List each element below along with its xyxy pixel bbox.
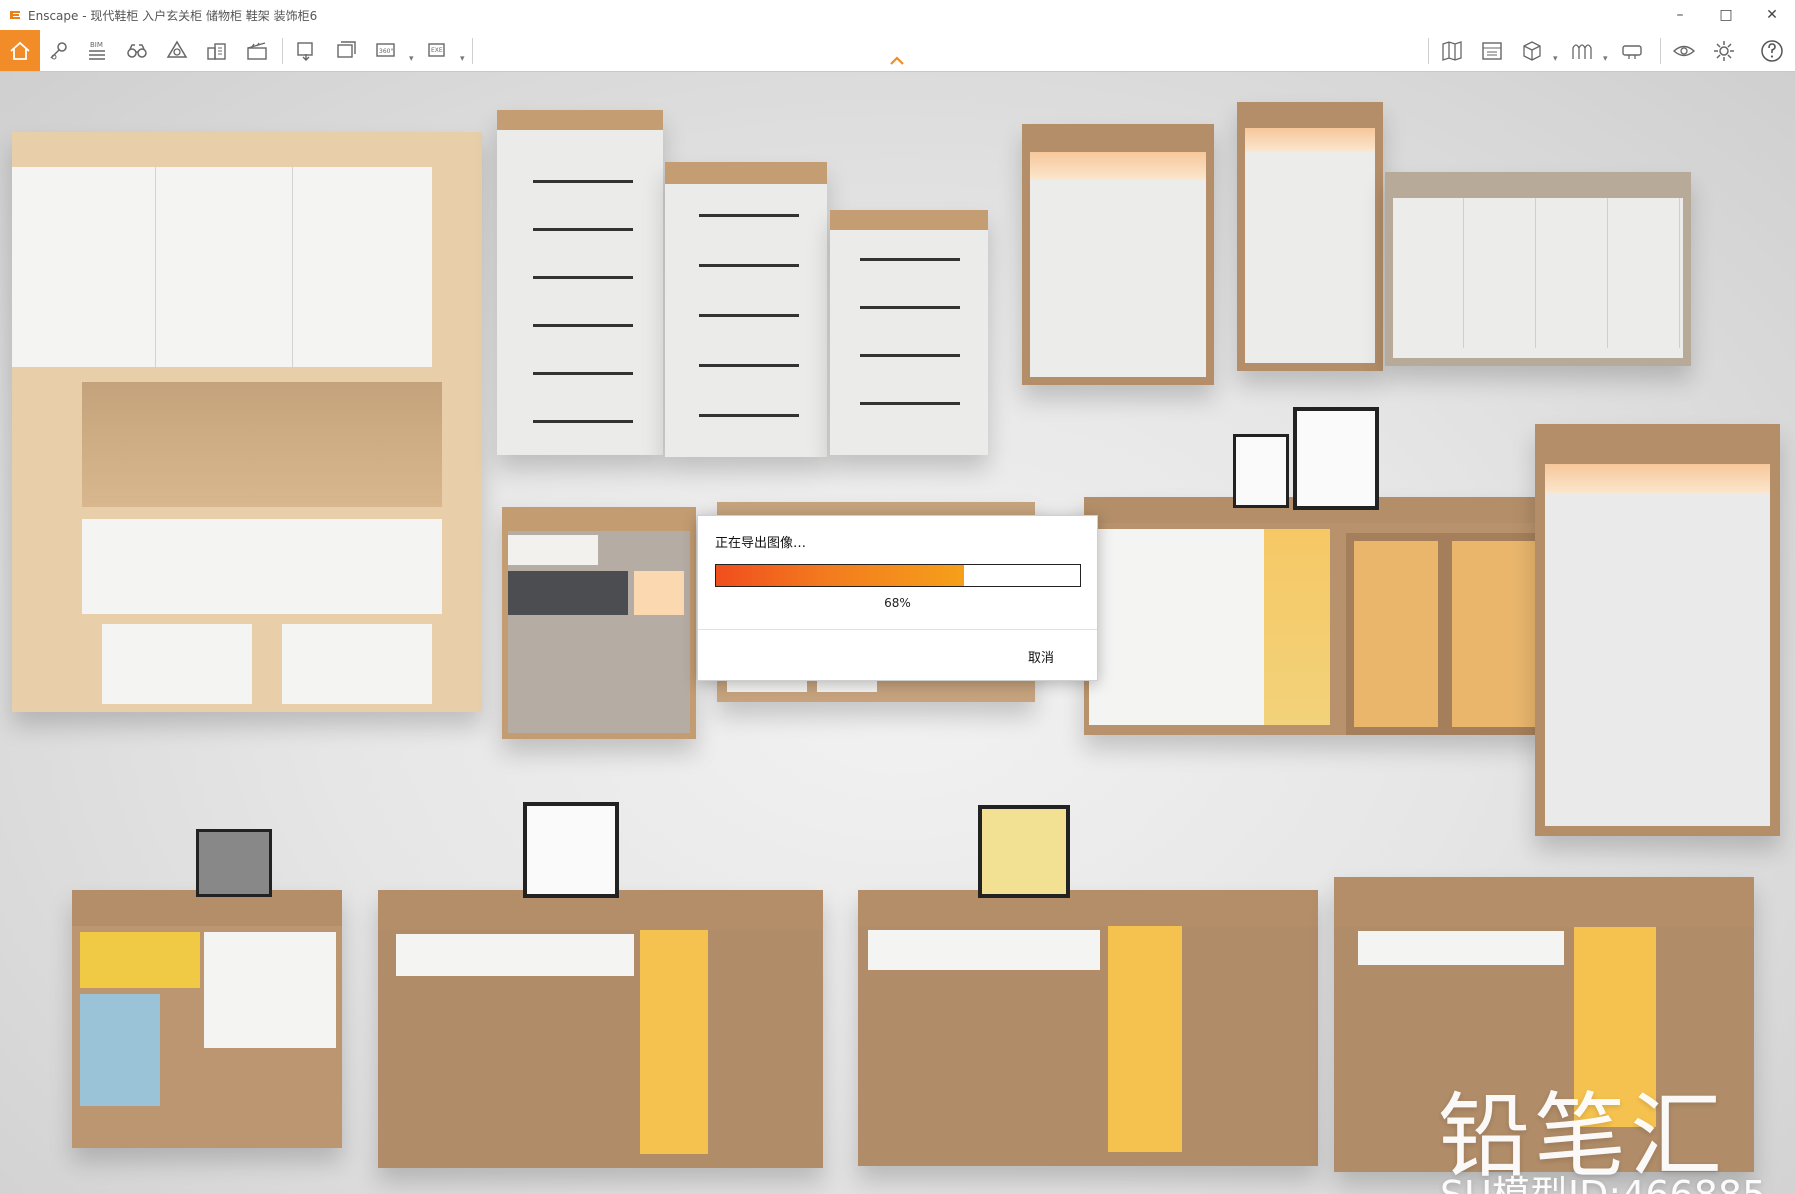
exe-export-button[interactable]: EXE	[422, 34, 456, 68]
yellow-art-frame	[978, 805, 1070, 898]
location-pin-button[interactable]	[42, 34, 76, 68]
panorama-360-icon: 360°	[376, 43, 395, 57]
panorama-button[interactable]: 360°	[370, 34, 404, 68]
narrow-lit-cabinet	[1237, 102, 1383, 371]
export-progress-bar	[715, 564, 1081, 587]
title-bar: Enscape - 现代鞋柜 入户玄关柜 储物柜 鞋架 装饰柜6 – □ ✕	[0, 0, 1795, 30]
export-progress-dialog: 正在导出图像… 68% 取消	[697, 515, 1098, 681]
fern-picture-frame	[1233, 434, 1289, 508]
svg-text:BIM: BIM	[90, 41, 103, 49]
dialog-divider	[698, 629, 1097, 630]
home-icon	[10, 41, 30, 60]
lit-shoe-cabinet	[1022, 124, 1214, 385]
drawer-chest-tall	[497, 110, 663, 455]
toolbar-separator	[282, 38, 283, 64]
bim-list-icon: BIM	[89, 41, 105, 60]
vr-headset-button[interactable]	[1615, 34, 1649, 68]
close-button[interactable]: ✕	[1749, 0, 1795, 30]
bim-button[interactable]: BIM	[80, 34, 114, 68]
toolbar-separator	[472, 38, 473, 64]
svg-text:EXE: EXE	[431, 47, 443, 54]
map-button[interactable]	[1435, 34, 1469, 68]
asset-library-button[interactable]	[1475, 34, 1509, 68]
exe-dropdown-icon[interactable]: ▾	[460, 54, 468, 64]
toolbar-separator	[1660, 38, 1661, 64]
location-pin-icon	[50, 42, 67, 60]
cube-icon	[1523, 41, 1541, 61]
buildings-button[interactable]	[200, 34, 234, 68]
window-title: Enscape - 现代鞋柜 入户玄关柜 储物柜 鞋架 装饰柜6	[28, 8, 318, 23]
city-picture-frame	[196, 829, 272, 897]
panorama-dropdown-icon[interactable]: ▾	[409, 54, 417, 64]
atmosphere-icon	[166, 40, 188, 58]
progress-fill	[716, 565, 964, 586]
dialog-title: 正在导出图像…	[715, 536, 807, 551]
clapper-button[interactable]	[240, 34, 274, 68]
tall-lit-cabinet-right	[1535, 424, 1780, 836]
atmosphere-button[interactable]	[160, 34, 194, 68]
sun-study-button[interactable]	[1565, 34, 1599, 68]
colorful-drawer-cabinet	[72, 890, 342, 1148]
drawer-chest-medium	[665, 162, 827, 457]
tall-storage-cabinet	[12, 132, 482, 712]
batch-render-button[interactable]	[330, 34, 364, 68]
glass-display-sideboard	[1084, 497, 1549, 735]
sideboard-yellow-shelf-b	[858, 890, 1318, 1166]
gear-icon	[1714, 41, 1734, 61]
svg-text:360°: 360°	[379, 48, 393, 55]
asset-library-icon	[1482, 42, 1502, 60]
help-button[interactable]	[1755, 34, 1789, 68]
eye-icon	[1672, 45, 1696, 57]
buildings-icon	[207, 43, 226, 60]
material-editor-button[interactable]	[1515, 34, 1549, 68]
binoculars-icon	[127, 44, 147, 58]
love-more-worry-less-frame	[523, 802, 619, 898]
exe-export-icon: EXE	[428, 43, 445, 57]
screenshot-export-icon	[297, 42, 313, 61]
material-dropdown-icon[interactable]: ▾	[1553, 54, 1561, 64]
model-id-watermark: SU模型ID:466885	[1440, 1164, 1766, 1194]
progress-percentage: 68%	[884, 596, 911, 610]
batch-render-icon	[337, 41, 356, 58]
binoculars-button[interactable]	[120, 34, 154, 68]
cancel-button[interactable]: 取消	[1028, 647, 1054, 666]
home-button[interactable]	[0, 30, 40, 71]
help-icon	[1761, 40, 1783, 62]
enscape-logo-icon	[10, 11, 20, 19]
sideboard-yellow-shelf-a	[378, 890, 823, 1168]
sun-dropdown-icon[interactable]: ▾	[1603, 54, 1611, 64]
leaf-picture-frame	[1293, 407, 1379, 510]
vr-headset-icon	[1622, 45, 1642, 59]
grey-sideboard	[502, 507, 696, 739]
maximize-button[interactable]: □	[1703, 0, 1749, 30]
visual-settings-button[interactable]	[1667, 34, 1701, 68]
video-clapper-icon	[247, 42, 267, 60]
collapse-toolbar-icon[interactable]	[889, 56, 905, 66]
map-icon	[1442, 41, 1462, 61]
low-sideboard-white	[1385, 172, 1691, 366]
drawer-chest-short	[830, 210, 988, 455]
arches-icon	[1572, 44, 1592, 59]
settings-button[interactable]	[1707, 34, 1741, 68]
toolbar-separator	[1428, 38, 1429, 64]
screenshot-button[interactable]	[290, 34, 324, 68]
minimize-button[interactable]: –	[1657, 0, 1703, 30]
